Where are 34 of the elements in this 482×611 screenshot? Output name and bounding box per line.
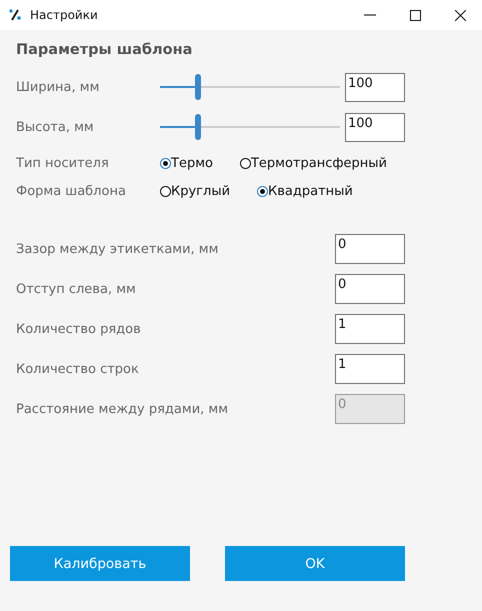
field-label: Зазор между этикетками, мм <box>16 242 218 256</box>
app-logo-icon <box>9 9 23 21</box>
field-label: Тип носителя <box>16 156 110 170</box>
minimize-icon[interactable] <box>364 14 376 16</box>
slider-track[interactable] <box>160 114 340 140</box>
field-label: Количество строк <box>16 362 139 376</box>
radio-button[interactable] <box>160 186 171 196</box>
input-field: 0 <box>335 394 405 424</box>
input-field[interactable]: 1 <box>335 354 405 384</box>
input-field[interactable]: 100 <box>345 112 405 142</box>
input-field[interactable]: 0 <box>335 274 405 304</box>
radio-label[interactable]: Термотрансферный <box>250 156 387 170</box>
radio-label[interactable]: Термо <box>171 156 213 170</box>
input-field[interactable]: 1 <box>335 314 405 344</box>
slider-thumb[interactable] <box>194 114 201 140</box>
radio-button[interactable] <box>257 186 268 196</box>
input-field[interactable]: 100 <box>345 72 405 102</box>
radio-label[interactable]: Круглый <box>171 184 230 198</box>
section-heading: Параметры шаблона <box>16 42 194 58</box>
field-label: Ширина, мм <box>16 80 100 94</box>
window-title: Настройки <box>30 8 98 22</box>
field-label: Расстояние между рядами, мм <box>16 402 228 416</box>
radio-label[interactable]: Квадратный <box>268 184 353 198</box>
slider-thumb[interactable] <box>194 74 201 100</box>
field-label: Количество рядов <box>16 322 141 336</box>
radio-button[interactable] <box>240 158 251 168</box>
maximize-icon[interactable] <box>410 10 421 20</box>
field-label: Отступ слева, мм <box>16 282 136 296</box>
field-label: Высота, мм <box>16 120 95 134</box>
input-field[interactable]: 0 <box>335 234 405 264</box>
close-icon[interactable] <box>455 10 466 20</box>
field-label: Форма шаблона <box>16 184 127 198</box>
radio-button[interactable] <box>160 158 171 168</box>
slider-track[interactable] <box>160 74 340 100</box>
